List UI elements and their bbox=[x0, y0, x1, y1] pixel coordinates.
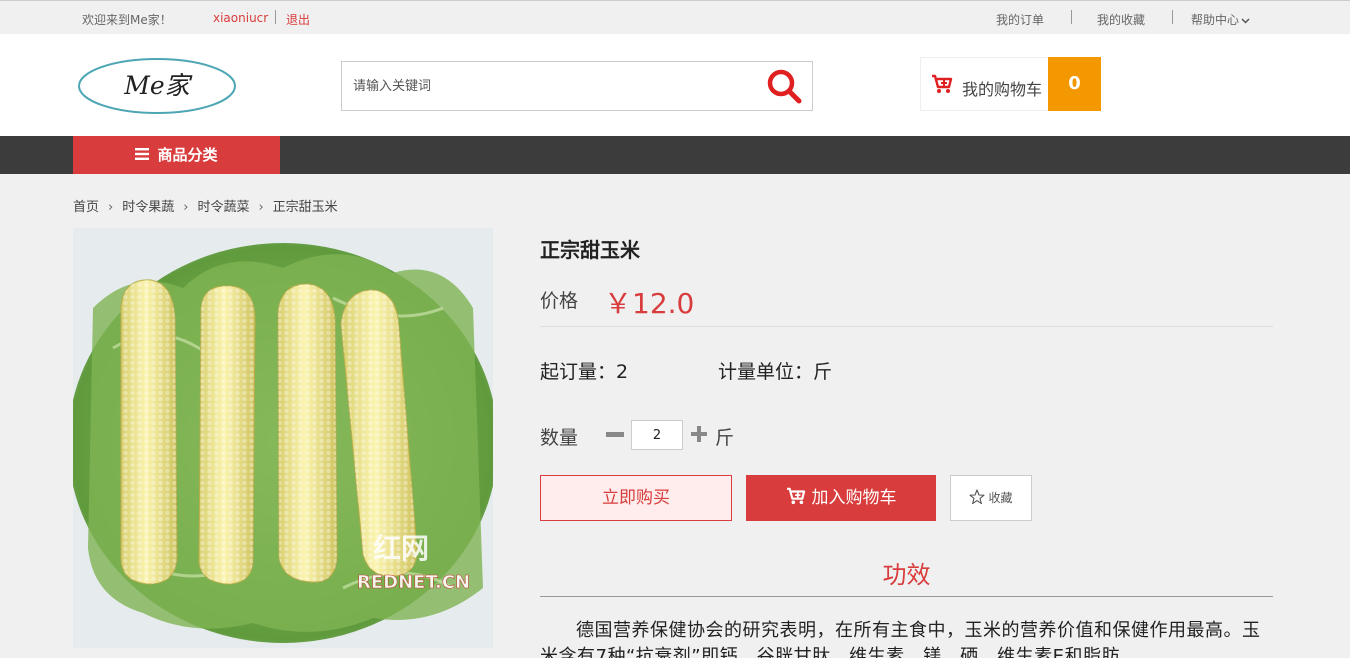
main-nav: 商品分类 bbox=[0, 136, 1350, 174]
chevron-right-icon: › bbox=[183, 200, 189, 215]
site-header: Me家 我的购物车 0 bbox=[0, 34, 1350, 136]
search-input[interactable] bbox=[343, 63, 753, 109]
my-orders-link[interactable]: 我的订单 bbox=[996, 11, 1044, 28]
image-watermark: REDNET.CN bbox=[357, 572, 470, 593]
category-label: 商品分类 bbox=[157, 146, 218, 164]
shopping-cart-button[interactable]: 我的购物车 0 bbox=[920, 57, 1101, 111]
quantity-label: 数量 bbox=[540, 427, 579, 449]
price-label: 价格 bbox=[540, 290, 579, 312]
chevron-down-icon bbox=[1241, 17, 1250, 24]
search-icon bbox=[767, 69, 802, 104]
divider bbox=[1172, 10, 1173, 24]
decrease-quantity-button[interactable] bbox=[606, 432, 624, 437]
cart-icon bbox=[932, 74, 953, 93]
divider bbox=[540, 326, 1273, 327]
product-image: 红网 REDNET.CN bbox=[73, 228, 493, 648]
username-link[interactable]: xiaoniucr bbox=[213, 11, 268, 25]
breadcrumb-seasonal-vegetables[interactable]: 时令蔬菜 bbox=[197, 200, 249, 215]
search-box bbox=[341, 61, 813, 111]
chevron-right-icon: › bbox=[108, 200, 114, 215]
welcome-text: 欢迎来到Me家！ bbox=[82, 13, 172, 27]
star-icon bbox=[969, 489, 986, 505]
measurement-unit: 计量单位：斤 bbox=[718, 361, 833, 383]
help-center-label: 帮助中心 bbox=[1191, 13, 1240, 27]
menu-icon bbox=[135, 148, 150, 160]
increase-quantity-button[interactable] bbox=[691, 426, 707, 442]
add-to-cart-label: 加入购物车 bbox=[811, 488, 897, 508]
cart-icon bbox=[786, 487, 805, 505]
collect-label: 收藏 bbox=[988, 491, 1013, 505]
divider bbox=[1071, 10, 1072, 24]
help-center-menu[interactable]: 帮助中心 bbox=[1191, 11, 1250, 28]
quantity-input[interactable] bbox=[631, 420, 683, 450]
divider bbox=[275, 10, 276, 24]
quantity-unit: 斤 bbox=[715, 427, 735, 449]
breadcrumb-home[interactable]: 首页 bbox=[73, 200, 99, 215]
site-logo[interactable]: Me家 bbox=[77, 57, 237, 115]
buy-now-button[interactable]: 立即购买 bbox=[540, 475, 732, 521]
top-bar: 欢迎来到Me家！ xiaoniucr 退出 我的订单 我的收藏 帮助中心 bbox=[0, 0, 1350, 34]
cart-count-badge: 0 bbox=[1048, 57, 1101, 111]
breadcrumb-fruits-vegetables[interactable]: 时令果蔬 bbox=[122, 200, 174, 215]
category-menu-button[interactable]: 商品分类 bbox=[73, 136, 280, 174]
collect-button[interactable]: 收藏 bbox=[950, 475, 1032, 521]
logout-link[interactable]: 退出 bbox=[286, 11, 310, 28]
divider bbox=[540, 596, 1273, 597]
section-heading-effect: 功效 bbox=[882, 561, 931, 589]
add-to-cart-button[interactable]: 加入购物车 bbox=[746, 475, 936, 521]
product-price: ￥12.0 bbox=[604, 287, 695, 320]
product-description: 德国营养保健协会的研究表明，在所有主食中，玉米的营养价值和保健作用最高。玉米含有… bbox=[540, 620, 1261, 658]
search-button[interactable] bbox=[766, 68, 804, 106]
image-stamp: 红网 bbox=[373, 532, 429, 565]
my-favorites-link[interactable]: 我的收藏 bbox=[1097, 11, 1145, 28]
chevron-right-icon: › bbox=[258, 200, 264, 215]
breadcrumb-current: 正宗甜玉米 bbox=[272, 200, 338, 215]
product-title: 正宗甜玉米 bbox=[540, 238, 640, 262]
cart-label: 我的购物车 bbox=[962, 80, 1043, 99]
corn-illustration: 红网 REDNET.CN bbox=[73, 228, 493, 648]
breadcrumb: 首页 › 时令果蔬 › 时令蔬菜 › 正宗甜玉米 bbox=[73, 196, 338, 215]
minimum-order-quantity: 起订量：2 bbox=[540, 361, 629, 383]
logo-text: Me家 bbox=[124, 71, 190, 100]
